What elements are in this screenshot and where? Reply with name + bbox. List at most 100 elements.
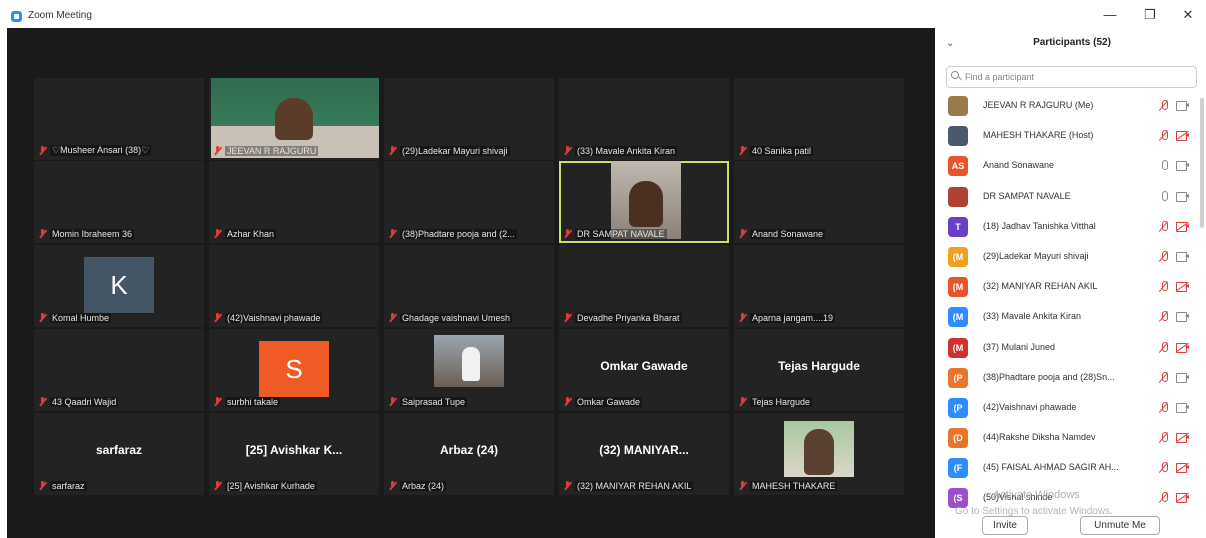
video-icon[interactable]	[1176, 101, 1190, 111]
participant-name: (45) FAISAL AHMAD SAGIR AH...	[983, 462, 1119, 473]
participant-display-name: [25] Avishkar K...	[245, 443, 343, 457]
muted-mic-icon[interactable]	[1158, 371, 1170, 385]
muted-mic-icon[interactable]	[1158, 310, 1170, 324]
participant-avatar: AS	[948, 156, 968, 177]
muted-mic-icon[interactable]	[1158, 99, 1170, 113]
mic-icon[interactable]	[1158, 159, 1170, 173]
participant-row[interactable]: (M (29)Ladekar Mayuri shivaji	[938, 242, 1206, 272]
participant-row[interactable]: DR SAMPAT NAVALE	[938, 182, 1206, 212]
maximize-button[interactable]: ❐	[1138, 6, 1162, 24]
participant-video-tile[interactable]: Ssurbhi takale	[209, 329, 379, 411]
participant-video-tile[interactable]: Azhar Khan	[209, 161, 379, 243]
invite-button[interactable]: Invite	[982, 516, 1028, 535]
participant-avatar: S	[259, 341, 329, 397]
participant-video-tile[interactable]: (29)Ladekar Mayuri shivaji	[384, 78, 554, 160]
participant-name-label: Tejas Hargude	[738, 395, 900, 408]
video-icon[interactable]	[1176, 191, 1190, 202]
participant-row[interactable]: (P (42)Vaishnavi phawade	[938, 393, 1206, 423]
participant-row[interactable]: MAHESH THAKARE (Host)	[938, 121, 1206, 151]
participant-video-tile[interactable]: MAHESH THAKARE	[734, 413, 904, 495]
participant-name-label: Aparna jangam....19	[738, 311, 900, 324]
participant-video-tile[interactable]: Aparna jangam....19	[734, 245, 904, 327]
video-off-icon[interactable]	[1176, 342, 1190, 353]
participant-video-tile[interactable]: JEEVAN R RAJGURU	[209, 78, 379, 160]
muted-mic-icon	[388, 228, 397, 239]
muted-mic-icon[interactable]	[1158, 250, 1170, 264]
participant-avatar: (F	[948, 458, 968, 479]
video-off-icon[interactable]	[1176, 493, 1190, 504]
video-icon[interactable]	[1176, 402, 1190, 413]
video-off-icon[interactable]	[1176, 130, 1190, 142]
participant-video-tile[interactable]: Saiprasad Tupe	[384, 329, 554, 411]
participant-video-tile[interactable]: (33) Mavale Ankita Kiran	[559, 78, 729, 160]
muted-mic-icon[interactable]	[1158, 401, 1170, 415]
muted-mic-icon	[388, 396, 397, 407]
close-button[interactable]: ✕	[1176, 6, 1200, 24]
participant-video-tile[interactable]: Anand Sonawane	[734, 161, 904, 243]
video-icon[interactable]	[1176, 161, 1190, 172]
participant-avatar	[948, 96, 968, 116]
muted-mic-icon	[213, 145, 222, 156]
participant-name: MAHESH THAKARE (Host)	[983, 130, 1094, 141]
participant-name-label: ♡Musheer Ansari (38)♡	[38, 144, 200, 157]
minimize-button[interactable]: —	[1098, 6, 1122, 24]
participant-row[interactable]: (F (45) FAISAL AHMAD SAGIR AH...	[938, 453, 1206, 483]
muted-mic-icon[interactable]	[1158, 220, 1170, 234]
video-off-icon[interactable]	[1176, 281, 1190, 293]
muted-mic-icon[interactable]	[1158, 341, 1170, 355]
participant-name-label: 43 Qaadri Wajid	[38, 395, 200, 408]
participant-row[interactable]: JEEVAN R RAJGURU (Me)	[938, 91, 1206, 121]
participant-video-tile[interactable]: Momin Ibraheem 36	[34, 161, 204, 243]
muted-mic-icon[interactable]	[1158, 431, 1170, 445]
unmute-me-button[interactable]: Unmute Me	[1080, 516, 1160, 535]
participant-name-label: [25] Avishkar Kurhade	[213, 479, 375, 492]
muted-mic-icon	[213, 396, 222, 407]
mic-icon[interactable]	[1158, 190, 1170, 204]
participant-row[interactable]: AS Anand Sonawane	[938, 151, 1206, 181]
participant-video-tile[interactable]: (42)Vaishnavi phawade	[209, 245, 379, 327]
participant-video-tile[interactable]: 43 Qaadri Wajid	[34, 329, 204, 411]
video-icon[interactable]	[1176, 251, 1190, 262]
participant-name-label: (33) Mavale Ankita Kiran	[563, 144, 725, 157]
participant-video-tile[interactable]: 40 Sanika patil	[734, 78, 904, 160]
muted-mic-icon[interactable]	[1158, 461, 1170, 475]
muted-mic-icon	[563, 396, 572, 407]
participant-row[interactable]: (M (33) Mavale Ankita Kiran	[938, 302, 1206, 332]
video-icon[interactable]	[1176, 312, 1190, 323]
video-feed-person	[629, 181, 663, 227]
participant-video-tile[interactable]: DR SAMPAT NAVALE	[559, 161, 729, 243]
muted-mic-icon	[738, 312, 747, 323]
participant-name-label: Komal Humbe	[38, 311, 200, 324]
muted-mic-icon	[388, 312, 397, 323]
participant-row[interactable]: T (18) Jadhav Tanishka Vitthal	[938, 212, 1206, 242]
participant-video-tile[interactable]: K Komal Humbe	[34, 245, 204, 327]
participant-video-tile[interactable]: Ghadage vaishnavi Umesh	[384, 245, 554, 327]
participant-video-tile[interactable]: Devadhe Priyanka Bharat	[559, 245, 729, 327]
participant-video-tile[interactable]: Arbaz (24) Arbaz (24)	[384, 413, 554, 495]
participant-name-label: Saiprasad Tupe	[388, 395, 550, 408]
participant-video-tile[interactable]: sarfaraz sarfaraz	[34, 413, 204, 495]
muted-mic-icon[interactable]	[1158, 129, 1170, 143]
video-icon[interactable]	[1176, 372, 1190, 383]
muted-mic-icon	[738, 228, 747, 239]
participant-video-tile[interactable]: (38)Phadtare pooja and (2...	[384, 161, 554, 243]
participant-video-tile[interactable]: Omkar Gawade Omkar Gawade	[559, 329, 729, 411]
video-off-icon[interactable]	[1176, 463, 1190, 474]
participant-video-tile[interactable]: ♡Musheer Ansari (38)♡	[34, 78, 204, 160]
participant-row[interactable]: (P (38)Phadtare pooja and (28)Sn...	[938, 363, 1206, 393]
muted-mic-icon	[213, 228, 222, 239]
participant-video-tile[interactable]: Tejas Hargude Tejas Hargude	[734, 329, 904, 411]
video-off-icon[interactable]	[1176, 432, 1190, 444]
participant-search-input[interactable]: Find a participant	[946, 66, 1197, 88]
muted-mic-icon[interactable]	[1158, 280, 1170, 294]
participant-video-tile[interactable]: [25] Avishkar K... [25] Avishkar Kurhade	[209, 413, 379, 495]
muted-mic-icon	[738, 480, 747, 491]
participant-row[interactable]: (M (32) MANIYAR REHAN AKIL	[938, 272, 1206, 302]
participant-list-scrollbar[interactable]	[1200, 98, 1204, 228]
muted-mic-icon[interactable]	[1158, 491, 1170, 505]
participant-row[interactable]: (D (44)Rakshe Diksha Namdev	[938, 423, 1206, 453]
participant-row[interactable]: (M (37) Mulani Juned	[938, 333, 1206, 363]
video-off-icon[interactable]	[1176, 221, 1190, 232]
participant-name-label: DR SAMPAT NAVALE	[563, 227, 725, 240]
participant-video-tile[interactable]: (32) MANIYAR... (32) MANIYAR REHAN AKIL	[559, 413, 729, 495]
